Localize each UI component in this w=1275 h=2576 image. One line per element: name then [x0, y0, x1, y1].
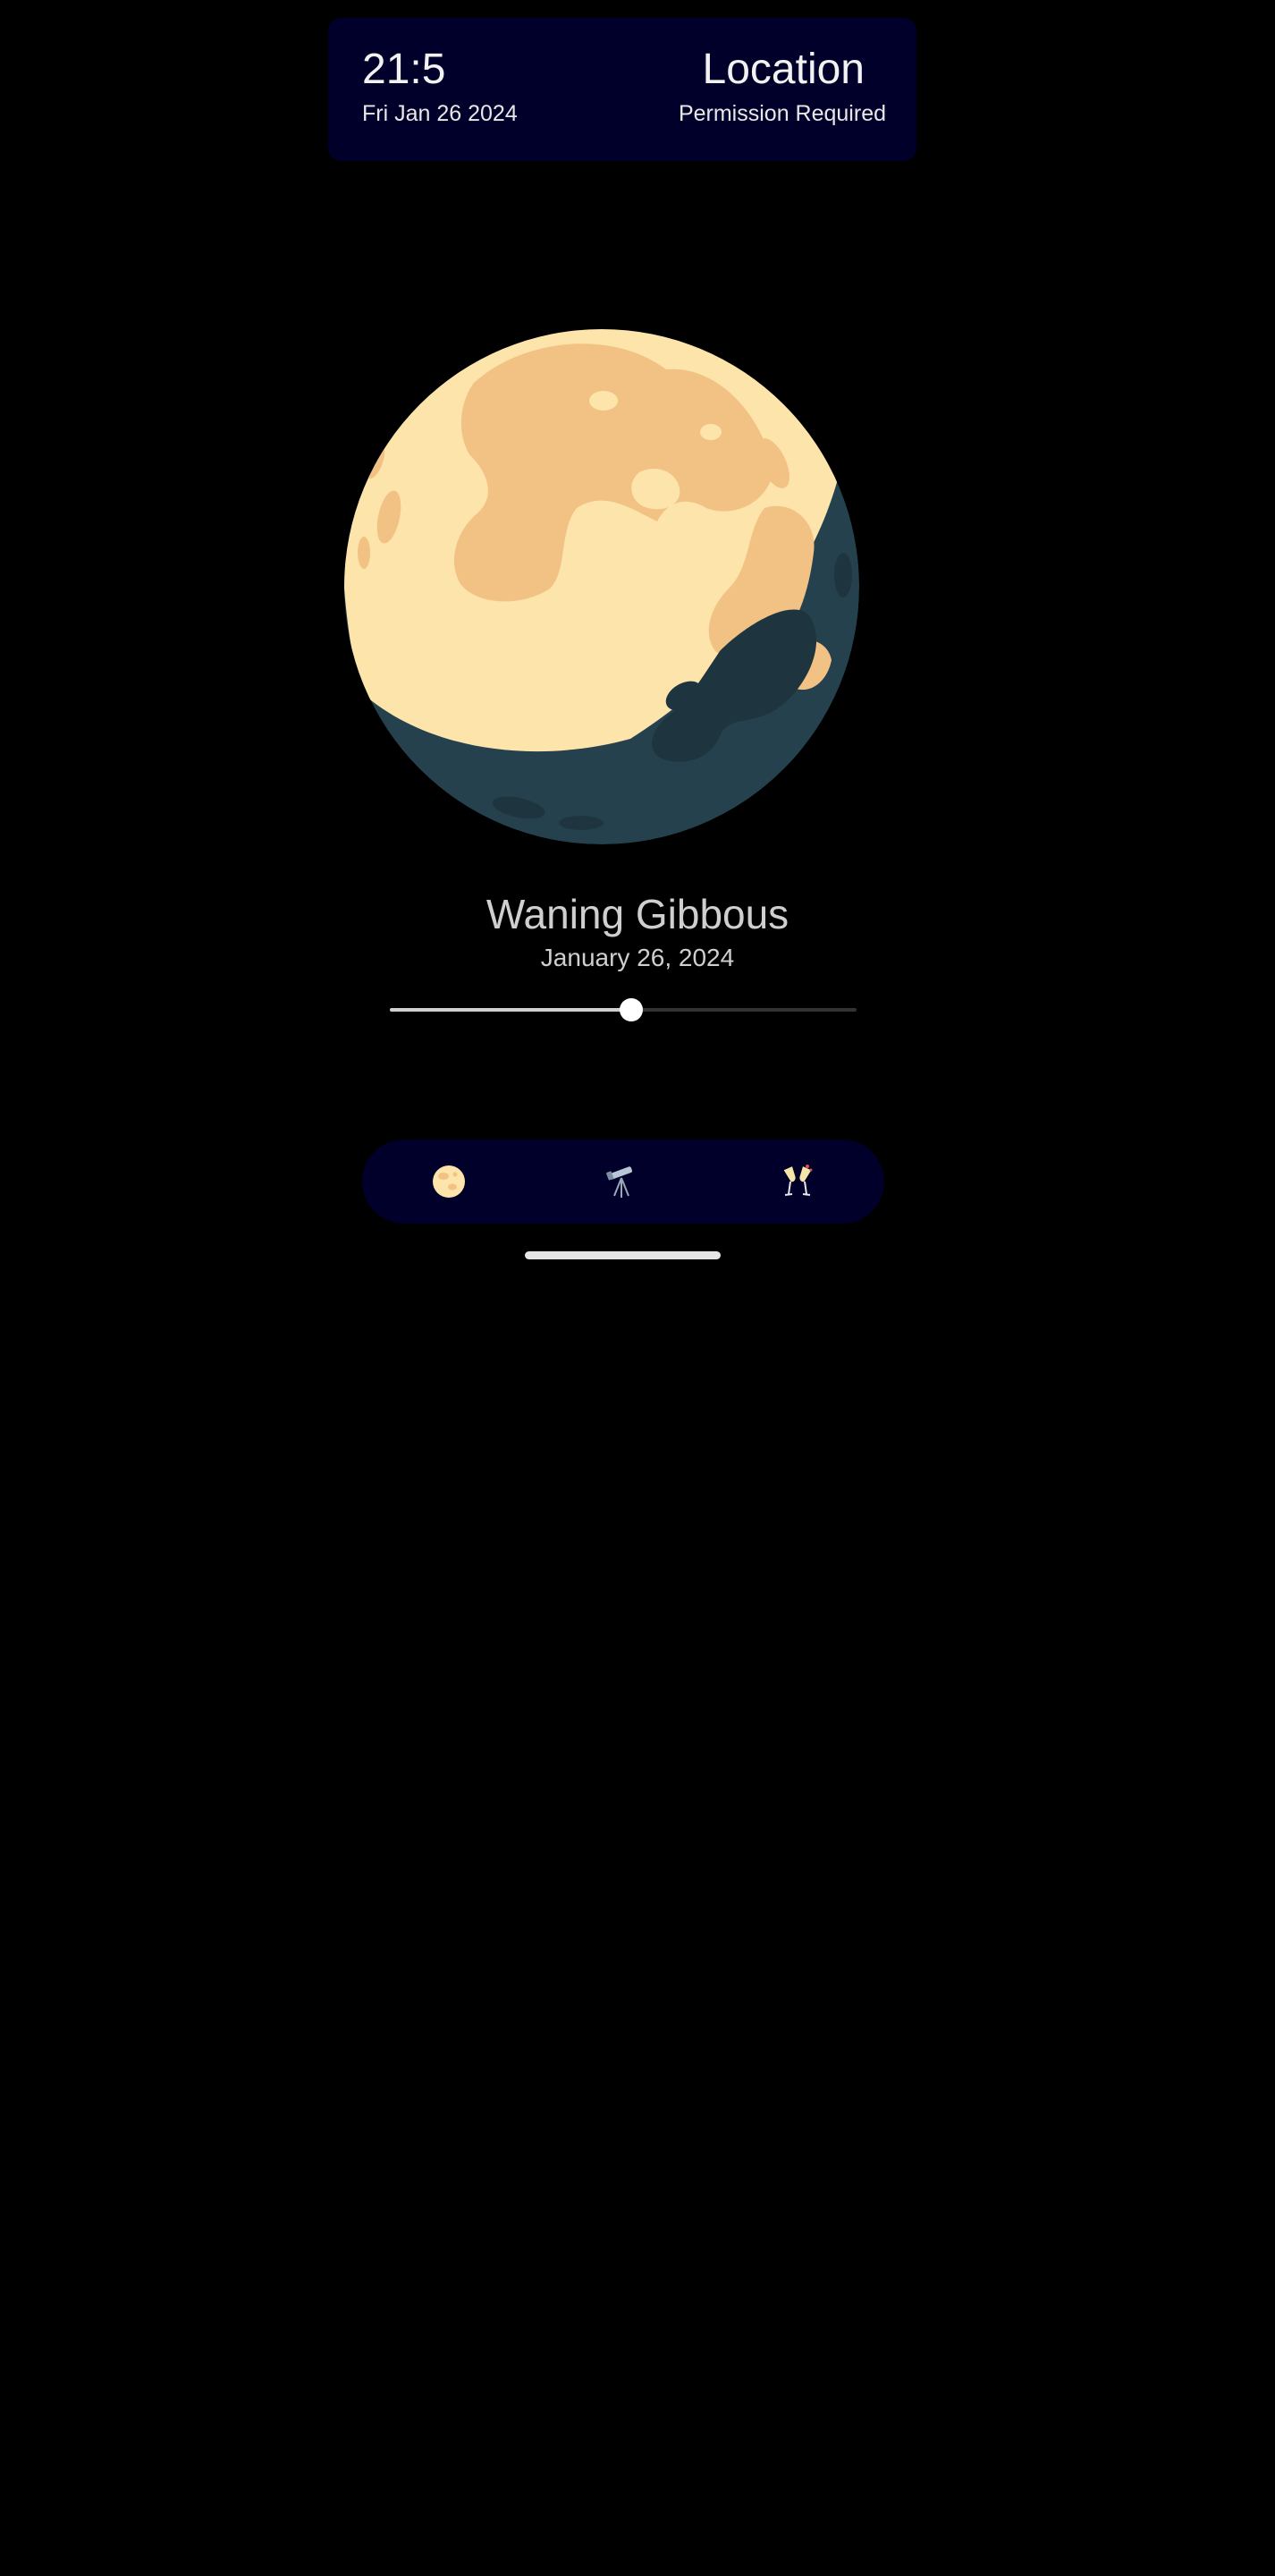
- current-time: 21:5: [362, 46, 446, 93]
- moon-illustration: [344, 329, 859, 844]
- moon-phase-date: January 26, 2024: [540, 944, 735, 971]
- bottom-navigation: [362, 1140, 884, 1224]
- champagne-glasses-icon: [783, 1165, 813, 1196]
- telescope-icon: [606, 1166, 633, 1198]
- app-screen: 21:5 Fri Jan 26 2024 Location Permission…: [0, 0, 1275, 2576]
- current-date: Fri Jan 26 2024: [362, 101, 518, 126]
- nav-telescope-button[interactable]: [596, 1155, 650, 1208]
- moon-phase-name: Waning Gibbous: [486, 891, 789, 937]
- slider-thumb[interactable]: [619, 998, 643, 1021]
- nav-moon-button[interactable]: [422, 1155, 476, 1208]
- moon-icon: [433, 1165, 465, 1198]
- moon-icon: [344, 329, 859, 844]
- home-indicator[interactable]: [525, 1251, 721, 1259]
- status-card: 21:5 Fri Jan 26 2024 Location Permission…: [328, 18, 916, 161]
- date-slider[interactable]: [390, 996, 857, 1023]
- location-title[interactable]: Location: [703, 45, 865, 95]
- nav-celebration-button[interactable]: [771, 1155, 824, 1208]
- location-permission-status[interactable]: Permission Required: [679, 100, 886, 127]
- slider-fill: [390, 1008, 631, 1012]
